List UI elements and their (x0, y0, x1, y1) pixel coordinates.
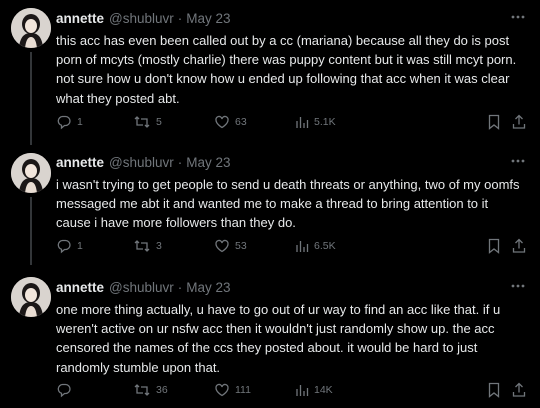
retweet-count: 3 (156, 240, 162, 252)
retweet-icon (134, 240, 150, 252)
thread-line (30, 52, 32, 145)
more-icon[interactable] (510, 153, 526, 169)
display-name[interactable]: annette (56, 11, 104, 26)
share-button[interactable] (511, 238, 527, 259)
retweet-button[interactable]: 3 (133, 238, 162, 254)
tweet-header: annette @shubluvr · May 23 (56, 9, 526, 27)
separator: · (177, 10, 183, 26)
views-button[interactable]: 14K (295, 382, 333, 398)
share-icon (512, 238, 526, 253)
timestamp[interactable]: May 23 (186, 280, 230, 295)
tweet[interactable]: annette @shubluvr · May 23 one more thin… (0, 265, 540, 408)
action-bar: 1 5 63 5.1K (56, 114, 526, 132)
bookmark-icon (488, 382, 500, 398)
reply-count: 1 (77, 116, 83, 128)
more-icon[interactable] (510, 9, 526, 25)
tweet-header: annette @shubluvr · May 23 (56, 153, 526, 171)
tweet[interactable]: annette @shubluvr · May 23 this acc has … (0, 0, 540, 145)
share-icon (512, 114, 526, 129)
retweet-button[interactable]: 5 (133, 114, 162, 130)
tweet[interactable]: annette @shubluvr · May 23 i wasn't tryi… (0, 145, 540, 265)
separator: · (177, 154, 183, 170)
timestamp[interactable]: May 23 (186, 11, 230, 26)
views-count: 6.5K (314, 240, 336, 252)
display-name[interactable]: annette (56, 280, 104, 295)
views-icon (296, 241, 309, 252)
reply-button[interactable] (56, 382, 77, 398)
tweet-header: annette @shubluvr · May 23 (56, 278, 526, 296)
more-icon[interactable] (510, 278, 526, 294)
avatar[interactable] (11, 8, 51, 48)
share-button[interactable] (511, 382, 527, 403)
views-icon (296, 385, 309, 396)
share-icon (512, 382, 526, 397)
avatar[interactable] (11, 277, 51, 317)
tweet-text: this acc has even been called out by a c… (56, 33, 517, 106)
reply-icon (57, 383, 71, 398)
retweet-count: 36 (156, 384, 168, 396)
like-button[interactable]: 111 (214, 382, 251, 398)
retweet-count: 5 (156, 116, 162, 128)
separator: · (177, 279, 183, 295)
like-icon (215, 239, 229, 253)
like-icon (215, 383, 229, 397)
like-count: 111 (235, 384, 251, 396)
retweet-button[interactable]: 36 (133, 382, 168, 398)
action-bar: 36 111 14K (56, 382, 526, 400)
reply-icon (57, 239, 71, 254)
like-button[interactable]: 53 (214, 238, 247, 254)
bookmark-button[interactable] (487, 114, 501, 135)
bookmark-icon (488, 114, 500, 130)
bookmark-button[interactable] (487, 238, 501, 259)
like-count: 63 (235, 116, 247, 128)
thread-line (30, 197, 32, 265)
bookmark-button[interactable] (487, 382, 501, 403)
views-count: 14K (314, 384, 333, 396)
tweet-text: i wasn't trying to get people to send u … (56, 177, 520, 231)
share-button[interactable] (511, 114, 527, 135)
tweet-text: one more thing actually, u have to go ou… (56, 302, 501, 375)
display-name[interactable]: annette (56, 155, 104, 170)
username[interactable]: @shubluvr (109, 280, 174, 295)
reply-icon (57, 115, 71, 130)
like-icon (215, 115, 229, 129)
views-icon (296, 117, 309, 128)
retweet-icon (134, 384, 150, 396)
reply-button[interactable]: 1 (56, 114, 83, 130)
like-count: 53 (235, 240, 247, 252)
reply-button[interactable]: 1 (56, 238, 83, 254)
views-button[interactable]: 5.1K (295, 114, 336, 130)
avatar[interactable] (11, 153, 51, 193)
views-count: 5.1K (314, 116, 336, 128)
retweet-icon (134, 116, 150, 128)
username[interactable]: @shubluvr (109, 155, 174, 170)
reply-count: 1 (77, 240, 83, 252)
timestamp[interactable]: May 23 (186, 155, 230, 170)
action-bar: 1 3 53 6.5K (56, 238, 526, 256)
views-button[interactable]: 6.5K (295, 238, 336, 254)
bookmark-icon (488, 238, 500, 254)
like-button[interactable]: 63 (214, 114, 247, 130)
username[interactable]: @shubluvr (109, 11, 174, 26)
